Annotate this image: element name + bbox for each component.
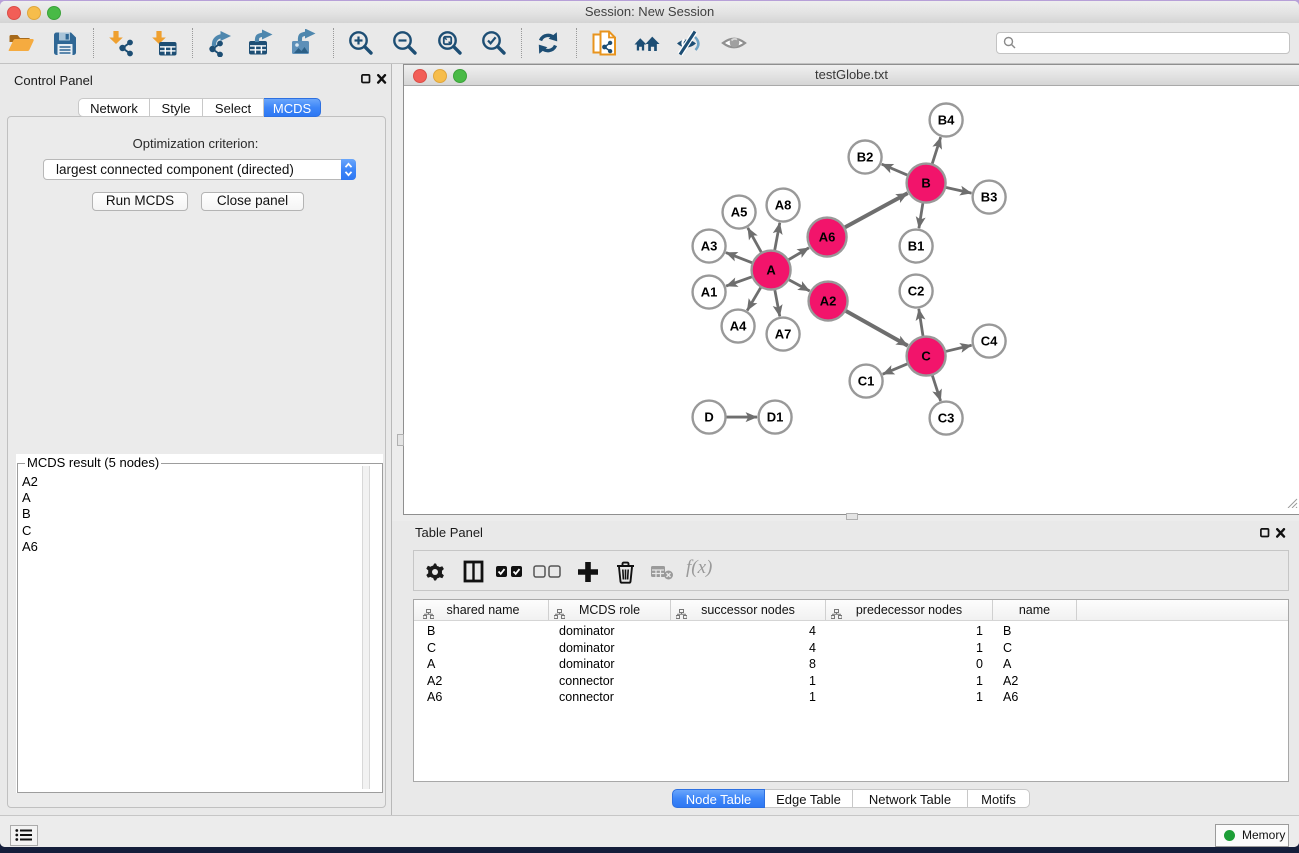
- svg-text:B3: B3: [981, 190, 998, 205]
- svg-text:C4: C4: [981, 334, 998, 349]
- svg-text:A5: A5: [731, 205, 748, 220]
- svg-text:D1: D1: [767, 410, 784, 425]
- svg-text:A: A: [766, 263, 776, 278]
- svg-text:C3: C3: [938, 411, 955, 426]
- svg-text:B1: B1: [908, 239, 925, 254]
- svg-text:B4: B4: [938, 113, 955, 128]
- svg-text:A7: A7: [775, 327, 792, 342]
- svg-text:C2: C2: [908, 284, 925, 299]
- svg-text:B: B: [921, 176, 930, 191]
- svg-text:A3: A3: [701, 239, 718, 254]
- svg-text:A4: A4: [730, 319, 747, 334]
- svg-text:B2: B2: [857, 150, 874, 165]
- svg-text:C: C: [921, 349, 931, 364]
- svg-text:C1: C1: [858, 374, 875, 389]
- svg-text:D: D: [704, 410, 713, 425]
- svg-text:A8: A8: [775, 198, 792, 213]
- svg-text:A1: A1: [701, 285, 718, 300]
- svg-text:A6: A6: [819, 230, 836, 245]
- svg-text:A2: A2: [820, 294, 837, 309]
